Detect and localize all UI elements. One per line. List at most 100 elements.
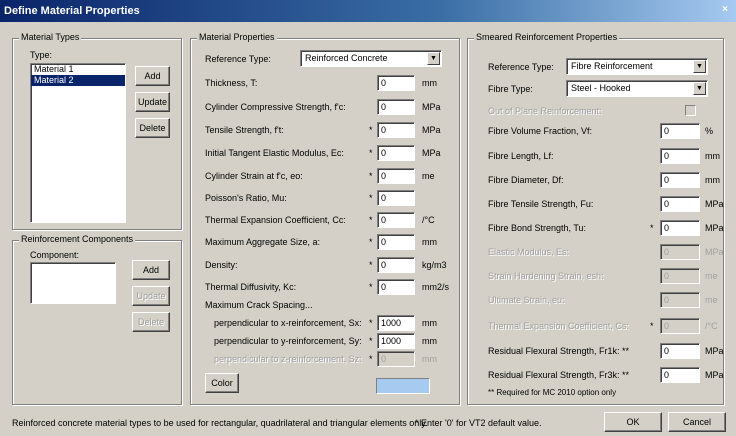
chevron-down-icon[interactable]: ▼ bbox=[693, 60, 706, 73]
material-types-list[interactable]: Material 1 Material 2 bbox=[30, 63, 126, 223]
value-field[interactable]: 1000 bbox=[377, 333, 415, 349]
unit-label: mm bbox=[705, 175, 720, 185]
unit-label: /°C bbox=[422, 215, 435, 225]
value-field[interactable]: 0 bbox=[377, 99, 415, 115]
value-field[interactable]: 0 bbox=[377, 351, 415, 367]
value-field[interactable]: 0 bbox=[377, 257, 415, 273]
value-field[interactable]: 0 bbox=[660, 244, 700, 260]
field-label: Thermal Expansion Coefficient, Cc: bbox=[205, 215, 346, 225]
value-field[interactable]: 0 bbox=[660, 123, 700, 139]
value-field[interactable]: 0 bbox=[377, 145, 415, 161]
component-label: Component: bbox=[30, 250, 80, 260]
unit-label: mm2/s bbox=[422, 282, 449, 292]
value-field[interactable]: 0 bbox=[377, 190, 415, 206]
field-label: perpendicular to x-reinforcement, Sx: bbox=[214, 318, 362, 328]
unit-label: me bbox=[705, 271, 718, 281]
unit-label: MPa bbox=[422, 148, 441, 158]
required-marker: * bbox=[369, 282, 373, 292]
component-list[interactable] bbox=[30, 262, 116, 304]
value-field[interactable]: 1000 bbox=[377, 315, 415, 331]
value-field[interactable]: 0 bbox=[377, 122, 415, 138]
field-label: Fibre Volume Fraction, Vf: bbox=[488, 126, 593, 136]
delete-component-button[interactable]: Delete bbox=[132, 312, 170, 332]
unit-label: MPa bbox=[705, 247, 724, 257]
update-material-button[interactable]: Update bbox=[135, 92, 170, 112]
unit-label: me bbox=[705, 295, 718, 305]
unit-label: /°C bbox=[705, 321, 718, 331]
max-crack-spacing-label: Maximum Crack Spacing... bbox=[205, 300, 313, 310]
update-component-button[interactable]: Update bbox=[132, 286, 170, 306]
color-button[interactable]: Color bbox=[205, 373, 239, 393]
value-field[interactable]: 0 bbox=[660, 367, 700, 383]
value-field[interactable]: 0 bbox=[377, 168, 415, 184]
value-field[interactable]: 0 bbox=[660, 292, 700, 308]
fibre-type-select[interactable]: Steel - Hooked ▼ bbox=[566, 80, 708, 97]
field-label: Thermal Diffusivity, Kc: bbox=[205, 282, 297, 292]
field-label: Fibre Diameter, Df: bbox=[488, 175, 564, 185]
sr-reference-type-label: Reference Type: bbox=[488, 62, 554, 72]
mp-reference-type-value: Reinforced Concrete bbox=[305, 53, 388, 63]
delete-material-button[interactable]: Delete bbox=[135, 118, 170, 138]
field-label: Thermal Expansion Coefficient, Cs: bbox=[488, 321, 629, 331]
list-item[interactable]: Material 1 bbox=[31, 64, 125, 75]
field-label: Poisson's Ratio, Mu: bbox=[205, 193, 287, 203]
value-field[interactable]: 0 bbox=[660, 220, 700, 236]
unit-label: MPa bbox=[422, 102, 441, 112]
material-types-legend: Material Types bbox=[19, 32, 82, 42]
required-marker: * bbox=[369, 148, 373, 158]
field-label: Fibre Tensile Strength, Fu: bbox=[488, 199, 594, 209]
close-icon[interactable]: × bbox=[718, 3, 732, 17]
mc2010-note: ** Required for MC 2010 option only bbox=[488, 388, 617, 397]
field-label: Residual Flexural Strength, Fr1k: ** bbox=[488, 346, 630, 356]
unit-label: % bbox=[705, 126, 714, 136]
out-of-plane-checkbox[interactable] bbox=[685, 105, 696, 116]
reinforcement-components-legend: Reinforcement Components bbox=[19, 234, 136, 244]
field-label: Ultimate Strain, eu: bbox=[488, 295, 565, 305]
value-field[interactable]: 0 bbox=[660, 148, 700, 164]
type-label: Type: bbox=[30, 50, 53, 60]
field-label: Cylinder Strain at f'c, eo: bbox=[205, 171, 303, 181]
value-field[interactable]: 0 bbox=[660, 196, 700, 212]
required-marker: * bbox=[369, 171, 373, 181]
value-field[interactable]: 0 bbox=[660, 268, 700, 284]
field-label: Fibre Length, Lf: bbox=[488, 151, 554, 161]
smeared-reinforcement-legend: Smeared Reinforcement Properties bbox=[474, 32, 620, 42]
sr-reference-type-select[interactable]: Fibre Reinforcement ▼ bbox=[566, 58, 708, 75]
footer-note: Reinforced concrete material types to be… bbox=[12, 418, 428, 428]
value-field[interactable]: 0 bbox=[377, 234, 415, 250]
value-field[interactable]: 0 bbox=[660, 172, 700, 188]
unit-label: mm bbox=[422, 318, 437, 328]
value-field[interactable]: 0 bbox=[377, 212, 415, 228]
field-label: Maximum Aggregate Size, a: bbox=[205, 237, 321, 247]
unit-label: mm bbox=[705, 151, 720, 161]
unit-label: mm bbox=[422, 78, 437, 88]
mp-reference-type-select[interactable]: Reinforced Concrete ▼ bbox=[300, 50, 442, 67]
value-field[interactable]: 0 bbox=[377, 75, 415, 91]
field-label: Fibre Bond Strength, Tu: bbox=[488, 223, 587, 233]
unit-label: MPa bbox=[705, 223, 724, 233]
field-label: perpendicular to y-reinforcement, Sy: bbox=[214, 336, 362, 346]
add-material-button[interactable]: Add bbox=[135, 66, 170, 86]
field-label: Thickness, T: bbox=[205, 78, 258, 88]
chevron-down-icon[interactable]: ▼ bbox=[693, 82, 706, 95]
value-field[interactable]: 0 bbox=[377, 279, 415, 295]
list-item[interactable]: Material 2 bbox=[31, 75, 125, 86]
unit-label: mm bbox=[422, 336, 437, 346]
unit-label: MPa bbox=[705, 370, 724, 380]
chevron-down-icon[interactable]: ▼ bbox=[427, 52, 440, 65]
unit-label: MPa bbox=[422, 125, 441, 135]
unit-label: mm bbox=[422, 354, 437, 364]
field-label: Residual Flexural Strength, Fr3k: ** bbox=[488, 370, 630, 380]
cancel-button[interactable]: Cancel bbox=[668, 412, 726, 432]
vt2-note: * Enter '0' for VT2 default value. bbox=[415, 418, 542, 428]
out-of-plane-label: Out of Plane Reinforcement: bbox=[488, 106, 602, 116]
title-bar: Define Material Properties × bbox=[0, 0, 736, 22]
required-marker: * bbox=[650, 223, 654, 233]
required-marker: * bbox=[369, 215, 373, 225]
ok-button[interactable]: OK bbox=[604, 412, 662, 432]
add-component-button[interactable]: Add bbox=[132, 260, 170, 280]
required-marker: * bbox=[650, 321, 654, 331]
value-field[interactable]: 0 bbox=[660, 318, 700, 334]
sr-reference-type-value: Fibre Reinforcement bbox=[571, 61, 653, 71]
value-field[interactable]: 0 bbox=[660, 343, 700, 359]
